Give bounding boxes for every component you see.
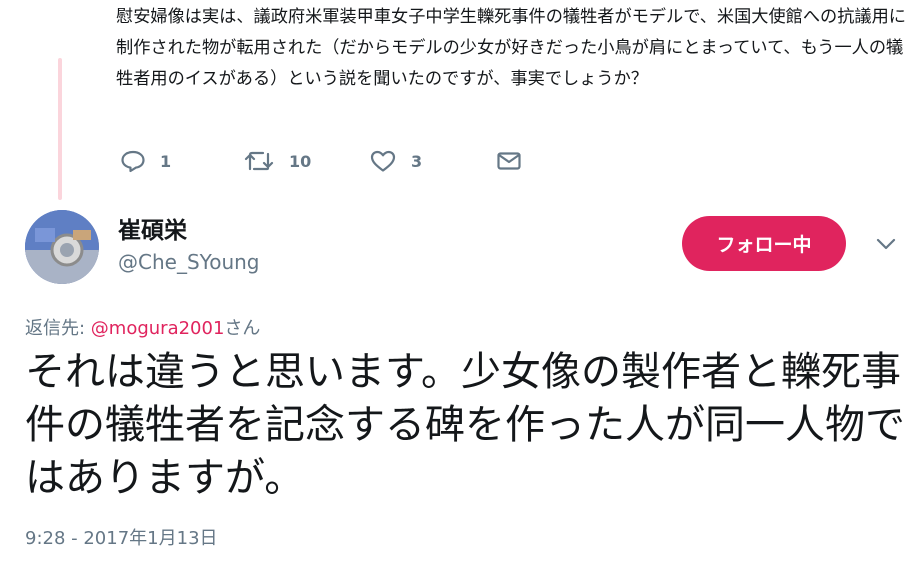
parent-tweet-actions: 1 10 3 — [0, 147, 600, 175]
heart-icon — [370, 150, 396, 172]
replying-to-suffix: さん — [224, 318, 261, 339]
avatar-image — [25, 210, 99, 284]
parent-tweet-text: 慰安婦像は実は、議政府米軍装甲車女子中学生轢死事件の犠牲者がモデルで、米国大使館… — [116, 7, 906, 89]
like-button[interactable]: 3 — [369, 147, 422, 175]
following-button[interactable]: フォロー中 — [682, 216, 846, 271]
thread-connector-line — [58, 58, 62, 200]
like-count: 3 — [411, 151, 423, 171]
direct-message-button[interactable] — [496, 147, 522, 175]
replying-to: 返信先: @mogura2001さん — [25, 314, 260, 340]
reply-button[interactable]: 1 — [120, 147, 171, 175]
tweet-text: それは違うと思います。少女像の製作者と轢死事件の犠牲者を記念する碑を作った人が同… — [25, 349, 905, 501]
chevron-down-icon — [876, 238, 896, 250]
more-options-button[interactable] — [874, 232, 898, 256]
avatar[interactable] — [25, 210, 99, 284]
reply-count: 1 — [160, 151, 172, 171]
retweet-icon — [244, 151, 274, 171]
tweet-timestamp[interactable]: 9:28 - 2017年1月13日 — [25, 524, 218, 550]
retweet-count: 10 — [289, 151, 312, 171]
reply-icon — [121, 150, 145, 173]
retweet-button[interactable]: 10 — [243, 147, 311, 175]
replying-to-label: 返信先: — [25, 318, 91, 339]
envelope-icon — [497, 152, 521, 170]
user-handle[interactable]: @Che_SYoung — [118, 250, 259, 274]
display-name[interactable]: 崔碩栄 — [118, 211, 187, 245]
reply-mention-link[interactable]: @mogura2001 — [91, 318, 225, 339]
